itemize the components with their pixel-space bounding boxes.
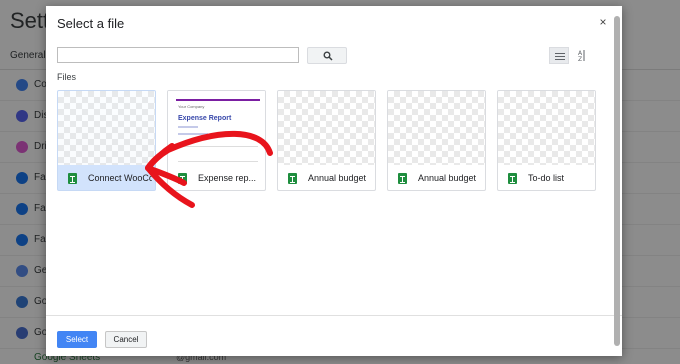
dialog-footer: Select Cancel bbox=[46, 315, 622, 356]
files-section-label: Files bbox=[57, 72, 77, 82]
file-name-row: Expense rep... bbox=[168, 165, 265, 190]
file-thumbnail bbox=[498, 91, 595, 165]
scrollbar[interactable] bbox=[614, 16, 620, 346]
file-card[interactable]: To-do list bbox=[497, 90, 596, 191]
close-icon[interactable]: × bbox=[597, 15, 609, 29]
file-name-row: Annual budget bbox=[278, 165, 375, 190]
file-name: Annual budget bbox=[418, 173, 477, 183]
file-name: Connect WooCo... bbox=[88, 173, 152, 183]
file-thumbnail bbox=[278, 91, 375, 165]
sort-icon: A Z bbox=[578, 50, 585, 63]
spreadsheet-icon bbox=[508, 173, 517, 184]
file-thumbnail: Your Company Expense Report bbox=[168, 91, 265, 165]
file-card[interactable]: Annual budget bbox=[277, 90, 376, 191]
document-preview: Your Company Expense Report bbox=[168, 91, 265, 165]
preview-table bbox=[178, 146, 258, 162]
file-picker-dialog: Select a file × A Z Files Connect WooCo.… bbox=[46, 6, 622, 356]
cancel-button[interactable]: Cancel bbox=[105, 331, 147, 348]
preview-line bbox=[178, 133, 208, 135]
search-icon bbox=[323, 51, 333, 61]
file-name-row: Connect WooCo... bbox=[58, 165, 155, 190]
spreadsheet-icon bbox=[178, 173, 187, 184]
file-name-row: Annual budget bbox=[388, 165, 485, 190]
search-button[interactable] bbox=[307, 47, 347, 64]
file-name: Expense rep... bbox=[198, 173, 257, 183]
preview-line bbox=[178, 126, 198, 128]
sort-button[interactable]: A Z bbox=[571, 47, 591, 64]
search-input[interactable] bbox=[57, 47, 299, 63]
file-name: To-do list bbox=[528, 173, 565, 183]
file-name-row: To-do list bbox=[498, 165, 595, 190]
list-view-icon bbox=[555, 53, 565, 60]
preview-line bbox=[223, 133, 248, 135]
file-name: Annual budget bbox=[308, 173, 367, 183]
dialog-title: Select a file bbox=[57, 16, 125, 31]
select-button[interactable]: Select bbox=[57, 331, 97, 348]
spreadsheet-icon bbox=[68, 173, 77, 184]
svg-text:Z: Z bbox=[578, 56, 582, 63]
list-view-button[interactable] bbox=[549, 47, 569, 64]
preview-accent-bar bbox=[176, 99, 260, 101]
file-card[interactable]: Annual budget bbox=[387, 90, 486, 191]
file-card[interactable]: Your Company Expense Report Expense rep... bbox=[167, 90, 266, 191]
file-thumbnail bbox=[388, 91, 485, 165]
file-card[interactable]: Connect WooCo... bbox=[57, 90, 156, 191]
preview-company: Your Company bbox=[178, 104, 205, 109]
spreadsheet-icon bbox=[398, 173, 407, 184]
preview-title: Expense Report bbox=[178, 115, 232, 122]
spreadsheet-icon bbox=[288, 173, 297, 184]
file-thumbnail bbox=[58, 91, 155, 165]
